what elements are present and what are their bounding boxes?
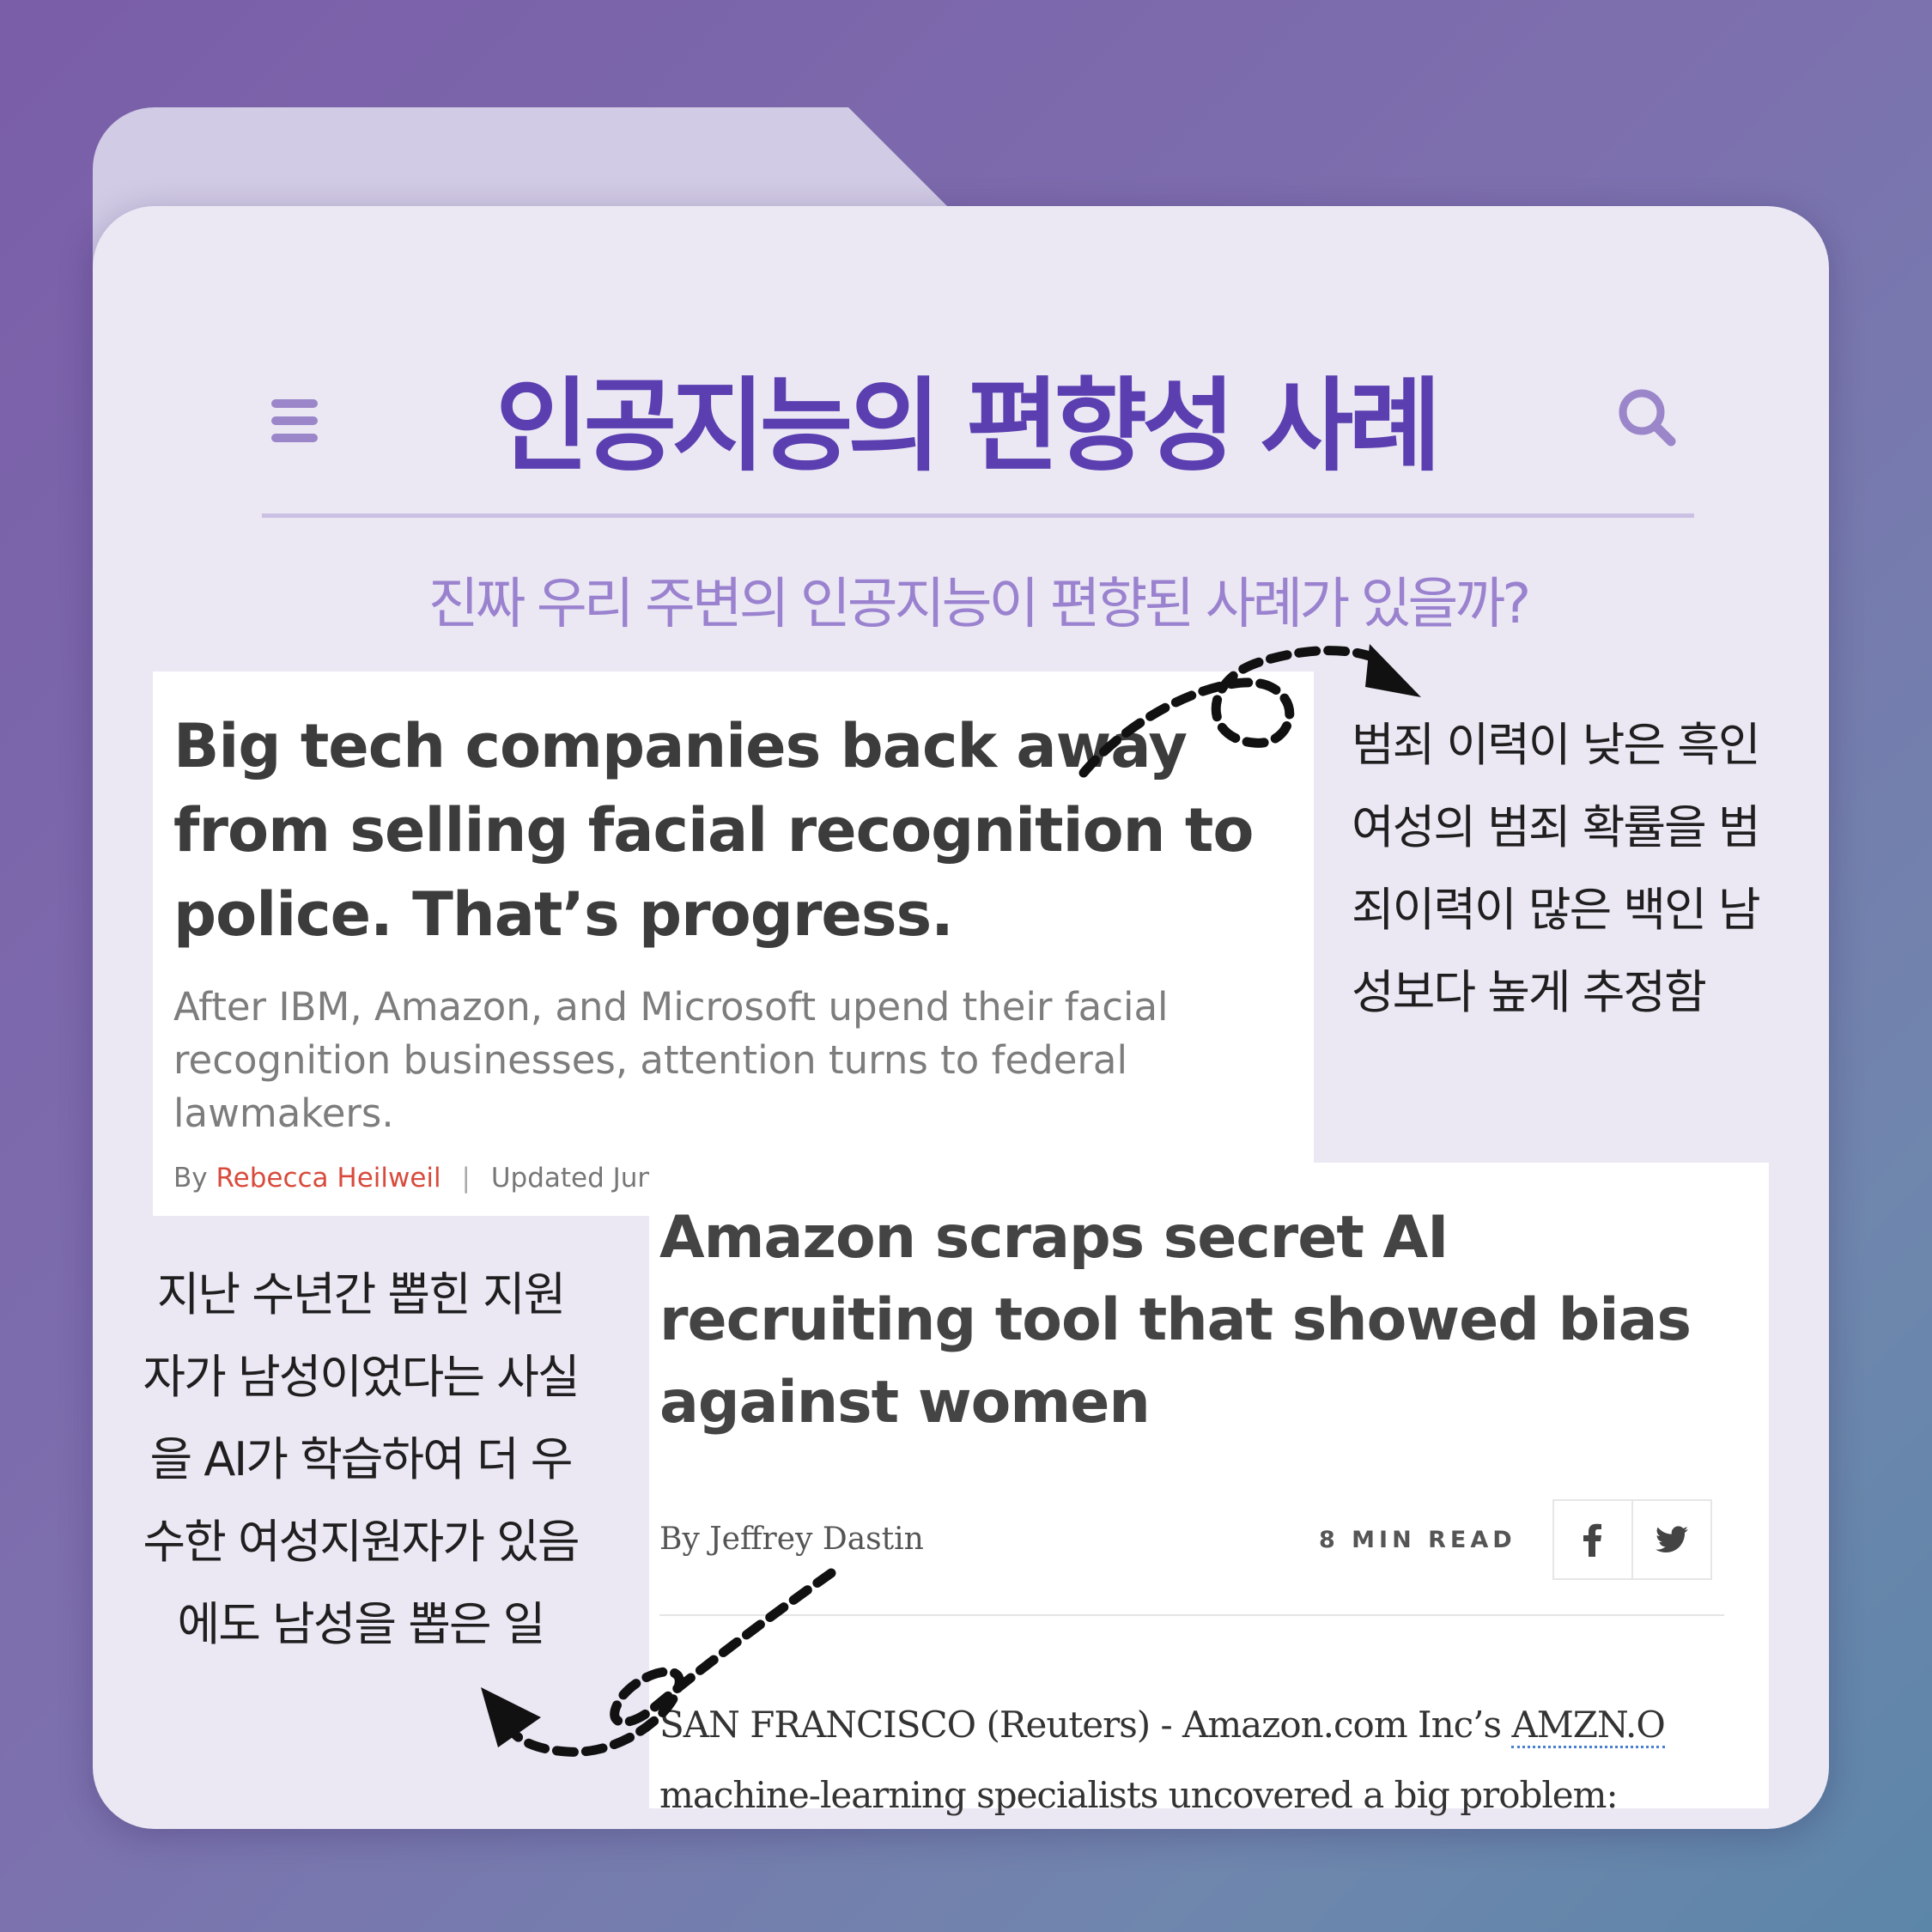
page-subtitle: 진짜 우리 주변의 인공지능이 편향된 사례가 있을까?	[428, 573, 1532, 636]
article2-byline: By Jeffrey Dastin	[659, 1522, 924, 1557]
twitter-share-button[interactable]	[1631, 1499, 1712, 1580]
body-line2: machine-learning specialists uncovered a…	[659, 1774, 1619, 1816]
article1-summary: After IBM, Amazon, and Microsoft upend t…	[173, 984, 1169, 1136]
byline-separator: |	[461, 1163, 471, 1194]
article-facial-recognition: Big tech companies back away from sellin…	[153, 671, 1314, 1216]
facebook-share-button[interactable]	[1552, 1499, 1633, 1580]
article1-headline: Big tech companies back away from sellin…	[173, 711, 1254, 950]
facebook-icon	[1583, 1523, 1601, 1557]
page-title: 인공지능의 편향성 사례	[495, 367, 1442, 485]
body-line1: SAN FRANCISCO (Reuters) - Amazon.com Inc…	[659, 1704, 1512, 1746]
note-amazon-recruiting: 지난 수년간 뽑힌 지원자가 남성이었다는 사실을 AI가 학습하여 더 우수한…	[143, 1267, 580, 1651]
ticker-link[interactable]: AMZN.O	[1511, 1704, 1666, 1748]
byline-prefix: By	[173, 1163, 208, 1194]
article2-headline: Amazon scraps secret AI recruiting tool …	[659, 1204, 1692, 1437]
article2-body: SAN FRANCISCO (Reuters) - Amazon.com Inc…	[659, 1690, 1759, 1831]
article2-read-time: 8 MIN READ	[1319, 1527, 1516, 1553]
title-divider	[262, 513, 1694, 518]
menu-icon[interactable]	[271, 399, 318, 442]
article1-author-link[interactable]: Rebecca Heilweil	[216, 1163, 440, 1194]
note-facial-recognition: 범죄 이력이 낮은 흑인 여성의 범죄 확률을 범죄이력이 많은 백인 남성보다…	[1352, 718, 1761, 1019]
article2-divider	[659, 1614, 1724, 1616]
twitter-icon	[1656, 1526, 1688, 1553]
search-icon[interactable]	[1614, 385, 1680, 450]
article-amazon-recruiting: Amazon scraps secret AI recruiting tool …	[649, 1163, 1769, 1816]
